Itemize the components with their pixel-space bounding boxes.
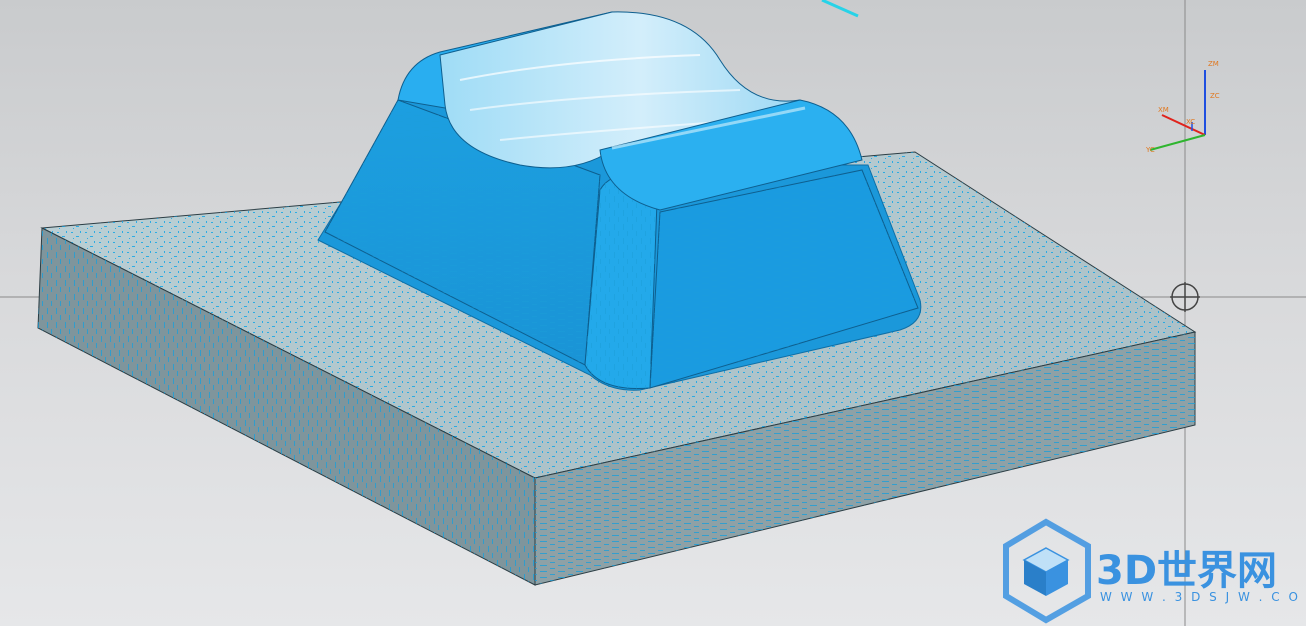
xm-label: XM	[1158, 106, 1169, 114]
xc-label: XC	[1186, 118, 1195, 126]
x-axis-line	[1161, 114, 1206, 136]
zc-label: ZC	[1210, 92, 1220, 100]
cube-logo-icon	[1003, 518, 1091, 624]
watermark: 3D世界网 W W W . 3 D S J W . C O M	[1003, 518, 1306, 624]
watermark-title: 3D世界网	[1096, 548, 1277, 594]
yc-label: YC	[1145, 146, 1155, 154]
crosshair-icon	[1170, 282, 1200, 312]
coordinate-triad-icon: ZM ZC XM XC YC	[1145, 60, 1220, 154]
zm-label: ZM	[1208, 60, 1219, 68]
cyan-edge-line	[821, 0, 859, 18]
y-axis-line	[1149, 134, 1206, 151]
watermark-url: W W W . 3 D S J W . C O M	[1100, 590, 1306, 604]
cad-viewport[interactable]: ZM ZC XM XC YC 3D世界网 W W W . 3 D S J W .…	[0, 0, 1306, 626]
viewport-canvas[interactable]: ZM ZC XM XC YC 3D世界网 W W W . 3 D S J W .…	[0, 0, 1306, 626]
